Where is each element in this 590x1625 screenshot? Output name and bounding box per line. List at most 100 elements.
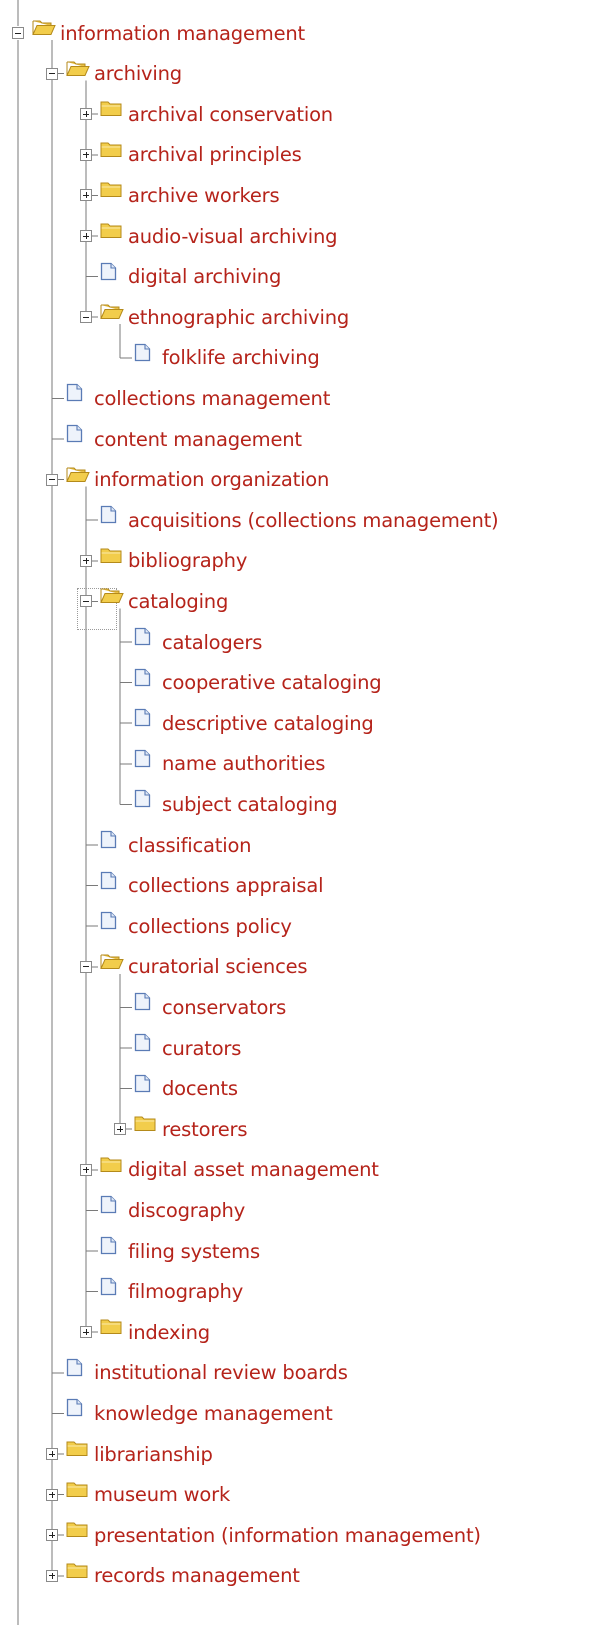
tree-node-cooperative-cataloging[interactable]: cooperative cataloging xyxy=(134,668,382,698)
tree-node-label[interactable]: digital asset management xyxy=(128,1158,379,1181)
tree-node-label[interactable]: collections management xyxy=(94,387,330,410)
collapse-toggle-ethnographic-archiving[interactable] xyxy=(80,311,92,324)
document-icon xyxy=(66,1358,90,1383)
tree-node-digital-asset-management[interactable]: digital asset management xyxy=(100,1155,379,1185)
expand-toggle-restorers[interactable] xyxy=(114,1123,126,1136)
tree-node-digital-archiving[interactable]: digital archiving xyxy=(100,262,281,292)
expand-toggle-archive-workers[interactable] xyxy=(80,189,92,202)
tree-node-archiving[interactable]: archiving xyxy=(66,59,182,89)
expand-toggle-records-management[interactable] xyxy=(46,1569,58,1582)
tree-node-label[interactable]: archival principles xyxy=(128,143,302,166)
tree-node-label[interactable]: archiving xyxy=(94,62,182,85)
tree-node-label[interactable]: digital archiving xyxy=(128,265,281,288)
tree-node-label[interactable]: indexing xyxy=(128,1321,210,1344)
tree-node-label[interactable]: collections policy xyxy=(128,915,292,938)
tree-node-label[interactable]: knowledge management xyxy=(94,1402,333,1425)
tree-node-label[interactable]: information organization xyxy=(94,468,329,491)
document-icon xyxy=(100,1196,124,1220)
collapse-toggle-information-organization[interactable] xyxy=(46,473,58,486)
tree-node-indexing[interactable]: indexing xyxy=(100,1317,210,1347)
tree-node-restorers[interactable]: restorers xyxy=(134,1114,247,1144)
tree-node-label[interactable]: archive workers xyxy=(128,184,280,207)
tree-node-label[interactable]: audio-visual archiving xyxy=(128,225,337,248)
tree-node-classification[interactable]: classification xyxy=(100,830,252,860)
tree-node-label[interactable]: museum work xyxy=(94,1483,230,1506)
tree-node-acquisitions-collections-management[interactable]: acquisitions (collections management) xyxy=(100,505,499,535)
folder-open-icon xyxy=(100,304,124,327)
tree-node-label[interactable]: restorers xyxy=(162,1118,247,1141)
tree-node-label[interactable]: filmography xyxy=(128,1280,243,1303)
tree-node-curators[interactable]: curators xyxy=(134,1033,241,1063)
expand-toggle-archival-conservation[interactable] xyxy=(80,108,92,121)
tree-node-label[interactable]: filing systems xyxy=(128,1240,260,1263)
tree-node-catalogers[interactable]: catalogers xyxy=(134,627,262,657)
tree-node-label[interactable]: classification xyxy=(128,834,252,857)
collapse-toggle-curatorial-sciences[interactable] xyxy=(80,960,92,973)
tree-node-bibliography[interactable]: bibliography xyxy=(100,546,247,576)
tree-node-collections-appraisal[interactable]: collections appraisal xyxy=(100,871,324,901)
tree-node-audio-visual-archiving[interactable]: audio-visual archiving xyxy=(100,221,337,251)
tree-node-docents[interactable]: docents xyxy=(134,1074,238,1104)
tree-node-label[interactable]: folklife archiving xyxy=(162,346,320,369)
tree-node-label[interactable]: content management xyxy=(94,428,302,451)
tree-node-cataloging[interactable]: cataloging xyxy=(100,586,228,616)
tree-node-label[interactable]: information management xyxy=(60,22,305,45)
tree-node-label[interactable]: conservators xyxy=(162,996,286,1019)
tree-node-information-management[interactable]: information management xyxy=(32,18,305,48)
tree-node-label[interactable]: curatorial sciences xyxy=(128,955,308,978)
tree-node-label[interactable]: records management xyxy=(94,1564,300,1587)
tree-node-conservators[interactable]: conservators xyxy=(134,992,286,1022)
tree-node-information-organization[interactable]: information organization xyxy=(66,465,329,495)
tree-node-label[interactable]: discography xyxy=(128,1199,245,1222)
tree-node-filing-systems[interactable]: filing systems xyxy=(100,1236,260,1266)
tree-node-label[interactable]: cataloging xyxy=(128,590,228,613)
expand-toggle-librarianship[interactable] xyxy=(46,1448,58,1460)
expand-toggle-indexing[interactable] xyxy=(80,1326,92,1339)
tree-node-label[interactable]: descriptive cataloging xyxy=(162,712,374,735)
tree-node-label[interactable]: bibliography xyxy=(128,549,247,572)
tree-node-label[interactable]: curators xyxy=(162,1037,241,1060)
tree-node-archival-conservation[interactable]: archival conservation xyxy=(100,99,333,129)
tree-node-discography[interactable]: discography xyxy=(100,1195,245,1225)
tree-node-institutional-review-boards[interactable]: institutional review boards xyxy=(66,1358,348,1388)
tree-node-archive-workers[interactable]: archive workers xyxy=(100,180,280,210)
tree-node-records-management[interactable]: records management xyxy=(66,1561,300,1591)
tree-node-label[interactable]: catalogers xyxy=(162,631,262,654)
tree-node-curatorial-sciences[interactable]: curatorial sciences xyxy=(100,952,308,982)
tree-node-filmography[interactable]: filmography xyxy=(100,1277,243,1307)
document-icon xyxy=(66,1399,90,1423)
tree-node-label[interactable]: librarianship xyxy=(94,1443,213,1466)
expand-toggle-bibliography[interactable] xyxy=(80,554,92,567)
tree-node-collections-policy[interactable]: collections policy xyxy=(100,911,292,941)
expand-toggle-digital-asset-management[interactable] xyxy=(80,1163,92,1176)
tree-node-archival-principles[interactable]: archival principles xyxy=(100,140,302,170)
tree-node-name-authorities[interactable]: name authorities xyxy=(134,749,325,779)
tree-node-label[interactable]: subject cataloging xyxy=(162,793,338,816)
tree-node-museum-work[interactable]: museum work xyxy=(66,1480,230,1510)
tree-node-collections-management[interactable]: collections management xyxy=(66,383,330,413)
tree-node-content-management[interactable]: content management xyxy=(66,424,302,454)
expand-toggle-archival-principles[interactable] xyxy=(80,148,92,161)
collapse-toggle-archiving[interactable] xyxy=(46,67,58,80)
tree-node-label[interactable]: archival conservation xyxy=(128,103,333,126)
document-icon xyxy=(134,790,158,814)
tree-node-librarianship[interactable]: librarianship xyxy=(66,1439,213,1469)
expand-toggle-presentation-information-management[interactable] xyxy=(46,1529,58,1542)
tree-node-subject-cataloging[interactable]: subject cataloging xyxy=(134,789,338,819)
tree-node-label[interactable]: acquisitions (collections management) xyxy=(128,509,499,532)
expand-toggle-audio-visual-archiving[interactable] xyxy=(80,230,92,242)
tree-node-label[interactable]: collections appraisal xyxy=(128,874,324,897)
tree-node-knowledge-management[interactable]: knowledge management xyxy=(66,1398,333,1428)
tree-node-label[interactable]: name authorities xyxy=(162,752,325,775)
tree-node-label[interactable]: presentation (information management) xyxy=(94,1524,481,1547)
tree-node-label[interactable]: ethnographic archiving xyxy=(128,306,349,329)
tree-node-folklife-archiving[interactable]: folklife archiving xyxy=(134,343,320,373)
tree-node-ethnographic-archiving[interactable]: ethnographic archiving xyxy=(100,302,349,332)
tree-node-label[interactable]: cooperative cataloging xyxy=(162,671,382,694)
tree-node-descriptive-cataloging[interactable]: descriptive cataloging xyxy=(134,708,374,738)
tree-node-label[interactable]: docents xyxy=(162,1077,238,1100)
tree-node-presentation-information-management[interactable]: presentation (information management) xyxy=(66,1520,481,1550)
collapse-toggle-information-management[interactable] xyxy=(12,27,24,39)
expand-toggle-museum-work[interactable] xyxy=(46,1488,58,1501)
tree-node-label[interactable]: institutional review boards xyxy=(94,1361,348,1384)
